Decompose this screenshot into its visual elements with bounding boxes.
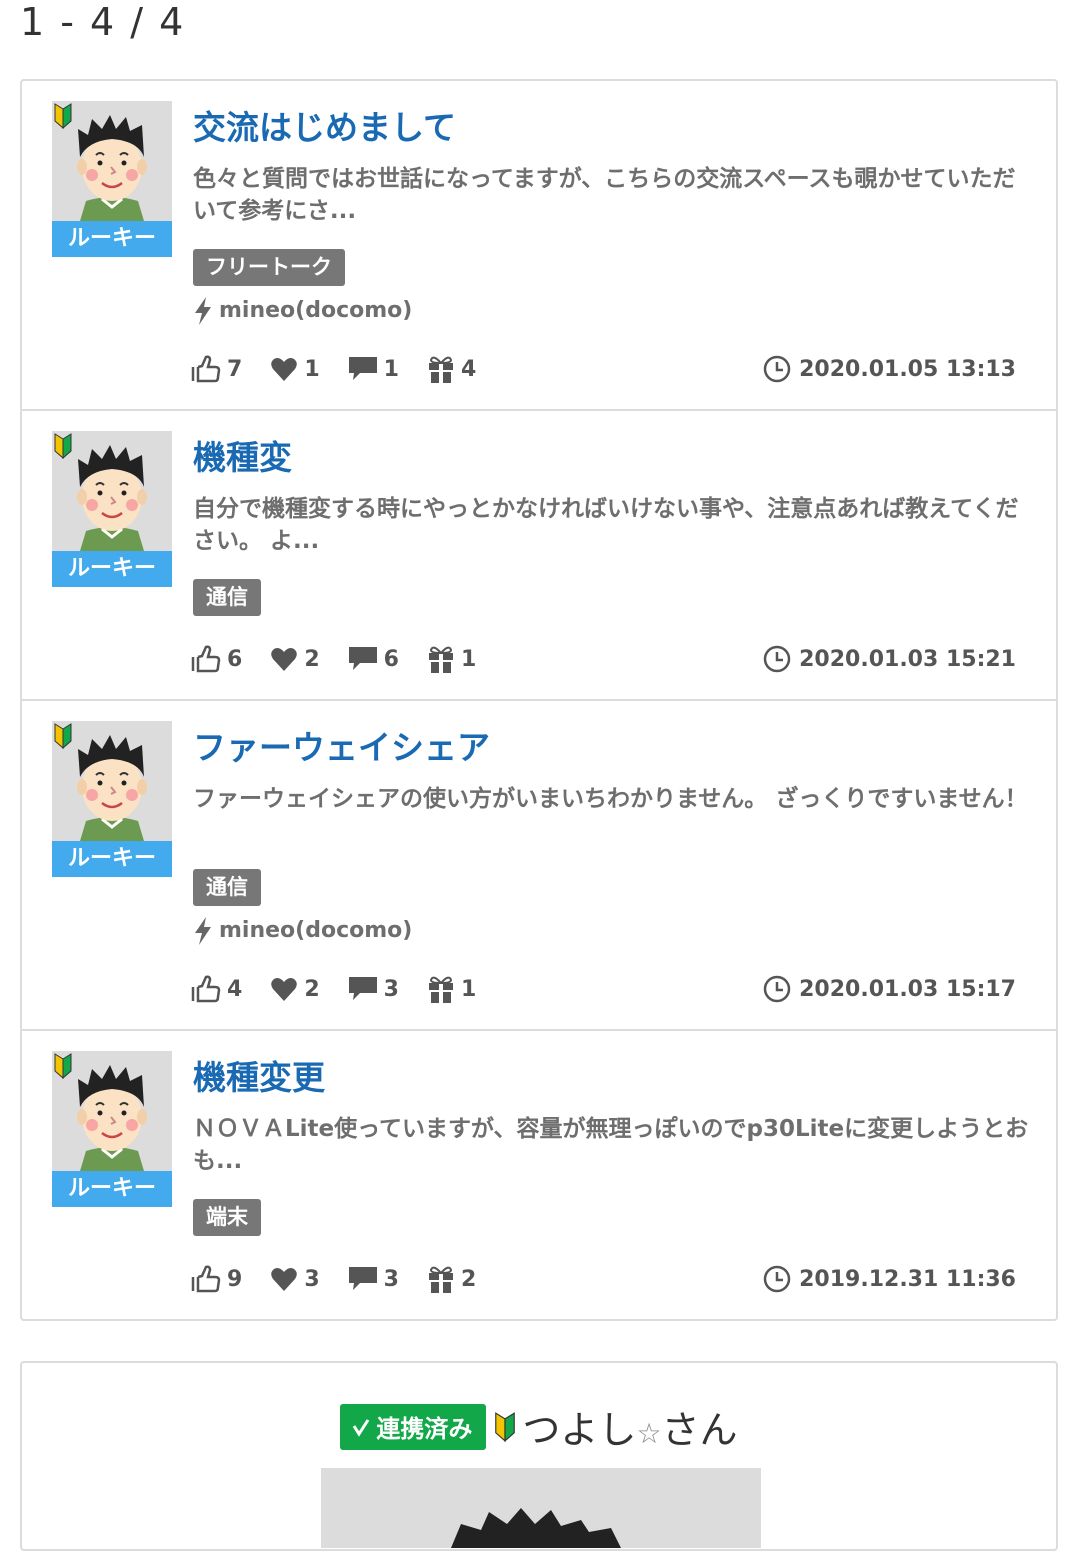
comment-count[interactable]: 1	[348, 355, 399, 383]
carrier-label: mineo(docomo)	[193, 291, 412, 331]
comment-icon	[348, 977, 377, 1000]
honorific: さん	[661, 1408, 738, 1452]
thumbs-up-icon	[191, 1265, 221, 1293]
gift-count[interactable]: 1	[427, 974, 476, 1004]
category-tag[interactable]: フリートーク	[193, 249, 345, 286]
linked-badge: 連携済み	[340, 1403, 487, 1450]
category-tag[interactable]: 端末	[193, 1199, 261, 1236]
comment-icon	[348, 357, 377, 380]
gift-icon	[428, 646, 453, 673]
thumbs-up-icon	[191, 975, 221, 1003]
post-date: 2019.12.31 11:36	[763, 1261, 1016, 1297]
post-list: ルーキー 交流はじめまして 色々と質問ではお世話になってますが、こちらの交流スペ…	[20, 79, 1058, 1321]
list-item[interactable]: ルーキー ファーウェイシェア ファーウェイシェアの使い方がいまいちわかりません。…	[22, 701, 1056, 1031]
heart-count[interactable]: 2	[270, 646, 320, 672]
heart-icon	[271, 648, 298, 671]
post-stats: 6 2 6 1	[191, 641, 504, 677]
post-title[interactable]: 機種変更	[193, 1051, 325, 1099]
like-count[interactable]: 4	[191, 975, 242, 1003]
beginner-leaf-icon	[495, 1411, 516, 1442]
list-item[interactable]: ルーキー 機種変 自分で機種変する時にやっとかなければいけない事や、注意点あれば…	[22, 411, 1056, 701]
avatar[interactable]: ルーキー	[52, 1051, 172, 1207]
bolt-icon	[195, 297, 211, 325]
post-stats: 4 2 3 1	[191, 971, 504, 1007]
category-tag[interactable]: 通信	[193, 869, 261, 906]
clock-icon	[763, 975, 791, 1003]
bolt-icon	[195, 917, 211, 945]
post-stats: 9 3 3 2	[191, 1261, 504, 1297]
avatar[interactable]: ルーキー	[52, 721, 172, 877]
heart-count[interactable]: 3	[270, 1266, 320, 1292]
check-leaf-icon	[353, 1418, 370, 1437]
avatar[interactable]: ルーキー	[52, 101, 172, 257]
clock-icon	[763, 1265, 791, 1293]
comment-count[interactable]: 6	[348, 645, 399, 673]
post-title[interactable]: 交流はじめまして	[193, 101, 456, 149]
avatar[interactable]: ルーキー	[52, 431, 172, 587]
list-item[interactable]: ルーキー 交流はじめまして 色々と質問ではお世話になってますが、こちらの交流スペ…	[22, 81, 1056, 411]
gift-icon	[428, 976, 453, 1003]
clock-icon	[763, 355, 791, 383]
post-excerpt: 色々と質問ではお世話になってますが、こちらの交流スペースも覗かせていただいて参考…	[193, 166, 1016, 224]
carrier-text: mineo(docomo)	[219, 298, 413, 323]
linked-label: 連携済み	[376, 1415, 473, 1443]
like-count[interactable]: 9	[191, 1265, 242, 1293]
post-title[interactable]: ファーウェイシェア	[193, 721, 490, 769]
beginner-leaf-icon	[54, 1053, 72, 1079]
rank-badge: ルーキー	[52, 221, 172, 257]
post-date: 2020.01.03 15:17	[763, 971, 1016, 1007]
category-tag[interactable]: 通信	[193, 579, 261, 616]
avatar-image	[52, 431, 172, 551]
beginner-leaf-icon	[54, 103, 72, 129]
avatar-image	[52, 1051, 172, 1171]
carrier-text: mineo(docomo)	[219, 918, 413, 943]
star-mark: ☆	[636, 1417, 662, 1450]
heart-count[interactable]: 2	[270, 976, 320, 1002]
comment-count[interactable]: 3	[348, 1265, 399, 1293]
post-date: 2020.01.03 15:21	[763, 641, 1016, 677]
post-date: 2020.01.05 13:13	[763, 351, 1016, 387]
post-stats: 7 1 1 4	[191, 351, 504, 387]
beginner-leaf-icon	[54, 433, 72, 459]
comment-icon	[348, 647, 377, 670]
profile-header: 連携済み つよし☆さん	[22, 1399, 1056, 1454]
heart-icon	[271, 1268, 298, 1291]
post-excerpt: 自分で機種変する時にやっとかなければいけない事や、注意点あれば教えてください。 …	[193, 496, 1019, 554]
rank-badge: ルーキー	[52, 551, 172, 587]
beginner-leaf-icon	[54, 723, 72, 749]
profile-card: 連携済み つよし☆さん	[20, 1361, 1058, 1551]
clock-icon	[763, 645, 791, 673]
comment-count[interactable]: 3	[348, 975, 399, 1003]
heart-icon	[271, 978, 298, 1001]
list-item[interactable]: ルーキー 機種変更 ＮＯＶＡLite使っていますが、容量が無理っぽいのでp30L…	[22, 1031, 1056, 1319]
result-count: 1 - 4 / 4	[20, 0, 186, 44]
comment-icon	[348, 1267, 377, 1290]
gift-count[interactable]: 4	[427, 354, 476, 384]
avatar-image	[52, 721, 172, 841]
like-count[interactable]: 7	[191, 355, 242, 383]
gift-icon	[428, 356, 453, 383]
profile-name-text: つよし	[522, 1408, 637, 1452]
rank-badge: ルーキー	[52, 1171, 172, 1207]
rank-badge: ルーキー	[52, 841, 172, 877]
profile-avatar	[321, 1468, 761, 1548]
post-excerpt: ファーウェイシェアの使い方がいまいちわかりません。 ざっくりですいません！	[193, 786, 1028, 812]
carrier-label: mineo(docomo)	[193, 911, 412, 951]
thumbs-up-icon	[191, 355, 221, 383]
like-count[interactable]: 6	[191, 645, 242, 673]
gift-icon	[428, 1266, 453, 1293]
gift-count[interactable]: 2	[427, 1264, 476, 1294]
post-title[interactable]: 機種変	[193, 431, 292, 479]
heart-count[interactable]: 1	[270, 356, 320, 382]
gift-count[interactable]: 1	[427, 644, 476, 674]
heart-icon	[271, 358, 298, 381]
thumbs-up-icon	[191, 645, 221, 673]
profile-name[interactable]: つよし☆さん	[522, 1399, 737, 1454]
post-excerpt: ＮＯＶＡLite使っていますが、容量が無理っぽいのでp30Liteに変更しようと…	[193, 1116, 1029, 1174]
avatar-image	[52, 101, 172, 221]
